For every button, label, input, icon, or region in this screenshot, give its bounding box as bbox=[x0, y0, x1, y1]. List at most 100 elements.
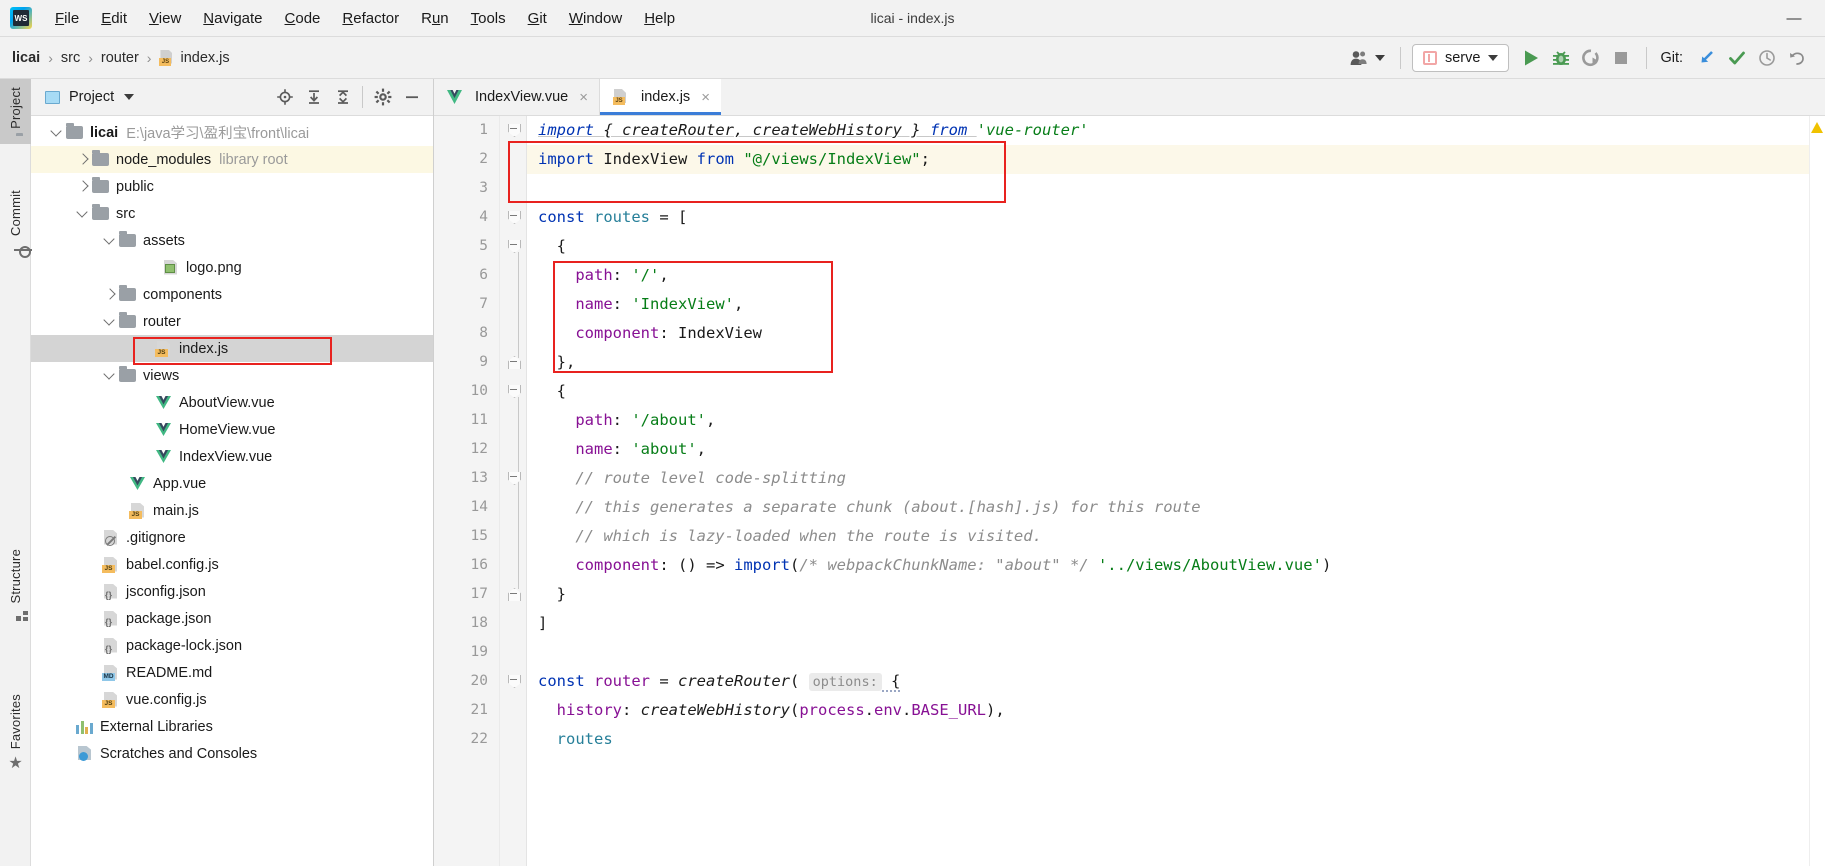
editor-marker-gutter[interactable] bbox=[1809, 116, 1825, 866]
tool-tab-commit[interactable]: Commit bbox=[0, 182, 31, 251]
tree-row-views[interactable]: views bbox=[31, 362, 433, 389]
tree-row-router[interactable]: router bbox=[31, 308, 433, 335]
debug-button[interactable] bbox=[1547, 44, 1575, 72]
menu-navigate[interactable]: Navigate bbox=[192, 7, 273, 30]
menu-tools[interactable]: Tools bbox=[460, 7, 517, 30]
breadcrumb-src[interactable]: src bbox=[61, 50, 80, 66]
close-icon[interactable]: × bbox=[701, 89, 710, 106]
editor-tab-indexview-vue[interactable]: IndexView.vue × bbox=[434, 79, 599, 115]
breadcrumb-project[interactable]: licai bbox=[12, 50, 40, 66]
user-group-icon[interactable] bbox=[1346, 44, 1389, 72]
tree-row-gitignore[interactable]: .gitignore bbox=[31, 524, 433, 551]
tree-row-node-modules[interactable]: node_modules library root bbox=[31, 146, 433, 173]
code-editor[interactable]: 1 2 3 4 5 6 7 8 9 10 11 12 13 14 15 16 1… bbox=[434, 116, 1825, 866]
tree-row-scratches-and-consoles[interactable]: Scratches and Consoles bbox=[31, 740, 433, 767]
tree-row-package-json[interactable]: {} package.json bbox=[31, 605, 433, 632]
expand-all-icon[interactable] bbox=[300, 84, 327, 110]
menu-git[interactable]: Git bbox=[517, 7, 558, 30]
tree-row-indexview-vue[interactable]: IndexView.vue bbox=[31, 443, 433, 470]
menu-code[interactable]: Code bbox=[274, 7, 332, 30]
chevron-down-icon[interactable] bbox=[102, 314, 117, 329]
fold-marker[interactable] bbox=[508, 675, 521, 688]
menu-view[interactable]: View bbox=[138, 7, 192, 30]
chevron-down-icon[interactable] bbox=[124, 94, 135, 100]
fold-marker[interactable] bbox=[508, 240, 521, 253]
tree-row-jsconfig-json[interactable]: {} jsconfig.json bbox=[31, 578, 433, 605]
close-icon[interactable]: × bbox=[579, 89, 588, 106]
breadcrumb-router[interactable]: router bbox=[101, 50, 139, 66]
toolbar-divider bbox=[1646, 46, 1648, 69]
breadcrumb-separator: › bbox=[88, 49, 93, 66]
tree-label: AboutView.vue bbox=[179, 394, 275, 411]
tool-tab-structure[interactable]: Structure bbox=[0, 541, 31, 621]
chevron-down-icon[interactable] bbox=[75, 206, 90, 221]
code-folding-gutter[interactable] bbox=[500, 116, 527, 866]
tree-row-babel-config-js[interactable]: JS babel.config.js bbox=[31, 551, 433, 578]
menu-refactor[interactable]: Refactor bbox=[331, 7, 410, 30]
code-text[interactable]: import { createRouter, createWebHistory … bbox=[527, 116, 1825, 866]
fold-marker[interactable] bbox=[508, 385, 521, 398]
tree-row-main-js[interactable]: JS main.js bbox=[31, 497, 433, 524]
line-number: 13 bbox=[470, 470, 488, 486]
tree-row-aboutview-vue[interactable]: AboutView.vue bbox=[31, 389, 433, 416]
project-file-tree[interactable]: licai E:\java学习\盈利宝\front\licai node_mod… bbox=[31, 116, 433, 866]
tree-row-external-libraries[interactable]: External Libraries bbox=[31, 713, 433, 740]
fold-region-line bbox=[518, 252, 519, 358]
tree-row-package-lock-json[interactable]: {} package-lock.json bbox=[31, 632, 433, 659]
tree-row-assets[interactable]: assets bbox=[31, 227, 433, 254]
tree-row-vue-config-js[interactable]: JS vue.config.js bbox=[31, 686, 433, 713]
menu-edit[interactable]: Edit bbox=[90, 7, 138, 30]
tree-row-app-vue[interactable]: App.vue bbox=[31, 470, 433, 497]
line-number: 11 bbox=[470, 412, 488, 428]
tree-row-logo-png[interactable]: logo.png bbox=[31, 254, 433, 281]
fold-marker[interactable] bbox=[508, 472, 521, 485]
tree-row-homeview-vue[interactable]: HomeView.vue bbox=[31, 416, 433, 443]
fold-marker[interactable] bbox=[508, 356, 521, 369]
js-file-icon: JS bbox=[155, 340, 172, 357]
collapse-all-icon[interactable] bbox=[329, 84, 356, 110]
run-button[interactable] bbox=[1517, 44, 1545, 72]
menu-window[interactable]: Window bbox=[558, 7, 633, 30]
rollback-icon[interactable] bbox=[1783, 44, 1811, 72]
run-configuration-label: serve bbox=[1444, 49, 1481, 66]
tool-tab-favorites[interactable]: Favorites ★ bbox=[0, 686, 31, 779]
tree-row-src[interactable]: src bbox=[31, 200, 433, 227]
commit-icon[interactable] bbox=[1723, 44, 1751, 72]
editor-tab-index-js[interactable]: JS index.js × bbox=[599, 79, 721, 115]
menu-help[interactable]: Help bbox=[633, 7, 686, 30]
chevron-down-icon[interactable] bbox=[102, 368, 117, 383]
stop-button[interactable] bbox=[1607, 44, 1635, 72]
breadcrumb-file[interactable]: index.js bbox=[180, 50, 229, 66]
fold-marker[interactable] bbox=[508, 588, 521, 601]
tree-row-index-js[interactable]: JS index.js bbox=[31, 335, 433, 362]
run-with-coverage-button[interactable] bbox=[1577, 44, 1605, 72]
tool-tab-project[interactable]: Project bbox=[0, 79, 31, 144]
chevron-down-icon[interactable] bbox=[49, 125, 64, 140]
chevron-right-icon[interactable] bbox=[75, 179, 90, 194]
warning-triangle-icon[interactable] bbox=[1811, 122, 1823, 133]
tree-row-public[interactable]: public bbox=[31, 173, 433, 200]
chevron-right-icon[interactable] bbox=[102, 287, 117, 302]
chevron-down-icon[interactable] bbox=[102, 233, 117, 248]
tree-label: HomeView.vue bbox=[179, 421, 276, 438]
line-number: 16 bbox=[470, 557, 488, 573]
gitignore-file-icon bbox=[102, 529, 119, 546]
tree-row-readme-md[interactable]: MD README.md bbox=[31, 659, 433, 686]
tree-row-components[interactable]: components bbox=[31, 281, 433, 308]
locate-icon[interactable] bbox=[271, 84, 298, 110]
settings-gear-icon[interactable] bbox=[369, 84, 396, 110]
menu-run[interactable]: Run bbox=[410, 7, 460, 30]
fold-marker[interactable] bbox=[508, 124, 521, 137]
fold-region-line bbox=[518, 397, 519, 589]
run-configuration-selector[interactable]: serve bbox=[1411, 43, 1510, 72]
hide-panel-icon[interactable] bbox=[398, 84, 425, 110]
tree-row-licai[interactable]: licai E:\java学习\盈利宝\front\licai bbox=[31, 119, 433, 146]
update-project-icon[interactable] bbox=[1693, 44, 1721, 72]
history-icon[interactable] bbox=[1753, 44, 1781, 72]
panel-divider bbox=[362, 86, 363, 108]
fold-marker[interactable] bbox=[508, 211, 521, 224]
chevron-right-icon[interactable] bbox=[75, 152, 90, 167]
git-label: Git: bbox=[1660, 49, 1683, 66]
menu-file[interactable]: File bbox=[44, 7, 90, 30]
minimize-button[interactable]: — bbox=[1777, 3, 1811, 33]
